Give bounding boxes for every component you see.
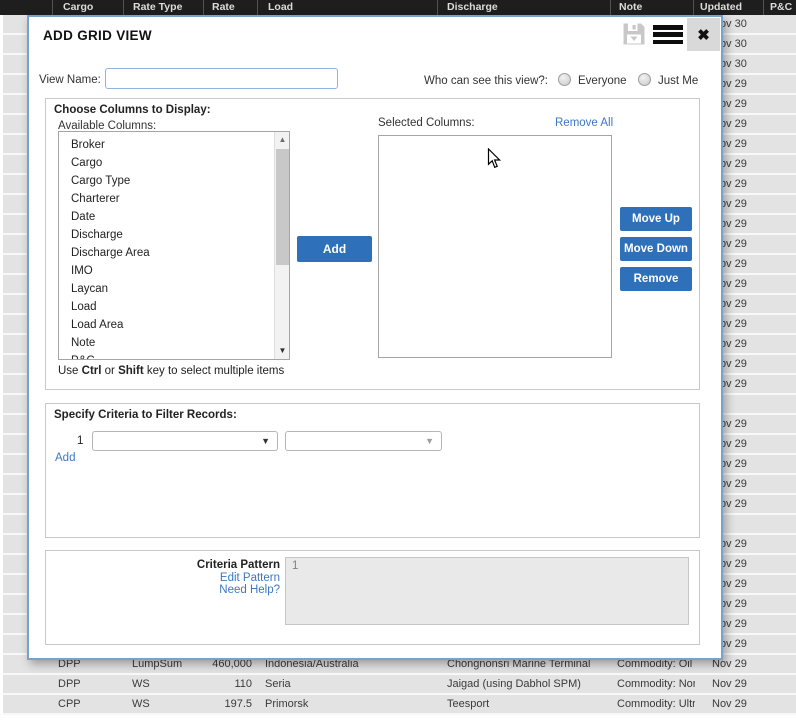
criteria-pattern-section: Criteria Pattern Edit Pattern Need Help? — [45, 550, 700, 645]
available-columns-items: BrokerCargoCargo TypeChartererDateDischa… — [59, 132, 289, 360]
selected-columns-label: Selected Columns: — [378, 117, 475, 129]
header-divider — [123, 0, 124, 15]
updated-cell: Nov 29 — [712, 678, 747, 690]
justme-label: Just Me — [658, 75, 698, 87]
rate-cell: 197.5 — [190, 698, 252, 710]
load-cell: Seria — [265, 678, 291, 690]
rate-type-cell: WS — [132, 698, 150, 710]
header-updated[interactable]: Updated — [700, 1, 742, 13]
list-item[interactable]: Discharge — [59, 226, 289, 244]
cargo-cell: DPP — [58, 678, 81, 690]
edit-pattern-link[interactable]: Edit Pattern — [146, 572, 280, 585]
rate-type-cell: WS — [132, 678, 150, 690]
view-name-input[interactable] — [105, 68, 338, 89]
everyone-radio[interactable] — [558, 73, 571, 86]
list-item[interactable]: Charterer — [59, 190, 289, 208]
grid-row[interactable]: DPP WS 110 Seria Jaigad (using Dabhol SPM) Co… — [3, 675, 796, 695]
header-pc[interactable]: P&C — [770, 1, 792, 13]
menu-icon[interactable] — [653, 25, 683, 44]
available-columns-listbox[interactable]: BrokerCargoCargo TypeChartererDateDischa… — [58, 131, 290, 360]
grid-row[interactable]: CPP WS 197.5 Primorsk Teesport Commodity: Ult… — [3, 695, 796, 715]
remove-button[interactable]: Remove — [620, 267, 692, 291]
remove-all-link[interactable]: Remove All — [555, 117, 613, 129]
move-down-button[interactable]: Move Down — [620, 237, 692, 261]
criteria-row-number: 1 — [77, 435, 83, 447]
note-cell: Commodity: Ultr — [617, 698, 695, 710]
header-divider — [693, 0, 694, 15]
header-discharge[interactable]: Discharge — [447, 1, 498, 13]
criteria-pattern-label: Criteria Pattern — [146, 559, 280, 572]
close-icon[interactable]: ✖ — [687, 18, 720, 51]
criteria-title: Specify Criteria to Filter Records: — [54, 409, 237, 421]
add-criteria-link[interactable]: Add — [55, 452, 75, 464]
add-columns-button[interactable]: Add — [297, 236, 372, 262]
scroll-down-icon[interactable]: ▼ — [275, 343, 290, 359]
cargo-cell: CPP — [58, 698, 81, 710]
save-icon[interactable] — [622, 22, 646, 46]
multi-select-hint: Use Ctrl or Shift key to select multiple… — [58, 365, 284, 377]
chevron-down-icon: ▼ — [261, 436, 270, 446]
header-note[interactable]: Note — [619, 1, 642, 13]
criteria-pattern-textarea[interactable] — [285, 557, 689, 625]
header-rate[interactable]: Rate — [212, 1, 235, 13]
dialog-title: ADD GRID VIEW — [43, 28, 152, 43]
choose-columns-section: Choose Columns to Display: Available Col… — [45, 98, 700, 390]
discharge-cell: Teesport — [447, 698, 489, 710]
list-item[interactable]: Laycan — [59, 280, 289, 298]
list-item[interactable]: Cargo — [59, 154, 289, 172]
add-grid-view-dialog: ADD GRID VIEW ✖ View Name: Who can see t… — [27, 15, 723, 660]
everyone-label: Everyone — [578, 75, 627, 87]
list-item[interactable]: Discharge Area — [59, 244, 289, 262]
list-item[interactable]: IMO — [59, 262, 289, 280]
rate-cell: 110 — [190, 678, 252, 690]
header-cargo[interactable]: Cargo — [63, 1, 93, 13]
list-item[interactable]: Broker — [59, 136, 289, 154]
criteria-operator-select[interactable]: ▼ — [285, 431, 442, 451]
updated-cell: Nov 29 — [712, 698, 747, 710]
scrollbar[interactable]: ▲ ▼ — [274, 132, 289, 359]
criteria-field-select[interactable]: ▼ — [92, 431, 278, 451]
move-up-button[interactable]: Move Up — [620, 207, 692, 231]
justme-radio[interactable] — [638, 73, 651, 86]
visibility-label: Who can see this view?: — [424, 75, 548, 87]
list-item[interactable]: Load Area — [59, 316, 289, 334]
list-item[interactable]: Note — [59, 334, 289, 352]
header-divider — [203, 0, 204, 15]
load-cell: Primorsk — [265, 698, 308, 710]
list-item[interactable]: Load — [59, 298, 289, 316]
note-cell: Commodity: Nor — [617, 678, 695, 690]
chevron-down-icon: ▼ — [425, 436, 434, 446]
grid-column-header: Cargo Rate Type Rate Load Discharge Note… — [0, 0, 796, 15]
need-help-link[interactable]: Need Help? — [146, 584, 280, 597]
mouse-cursor — [487, 148, 502, 175]
discharge-cell: Jaigad (using Dabhol SPM) — [447, 678, 581, 690]
header-divider — [763, 0, 764, 15]
header-load[interactable]: Load — [268, 1, 293, 13]
view-name-label: View Name: — [39, 74, 101, 86]
list-item[interactable]: Date — [59, 208, 289, 226]
header-divider — [257, 0, 258, 15]
scroll-up-icon[interactable]: ▲ — [275, 132, 290, 148]
list-item[interactable]: P&C — [59, 352, 289, 360]
scrollbar-thumb[interactable] — [276, 149, 289, 265]
criteria-section: Specify Criteria to Filter Records: 1 ▼ … — [45, 403, 700, 538]
list-item[interactable]: Cargo Type — [59, 172, 289, 190]
header-rate-type[interactable]: Rate Type — [133, 1, 182, 13]
choose-columns-title: Choose Columns to Display: — [54, 104, 211, 116]
header-divider — [610, 0, 611, 15]
header-divider — [52, 0, 53, 15]
header-divider — [437, 0, 438, 15]
